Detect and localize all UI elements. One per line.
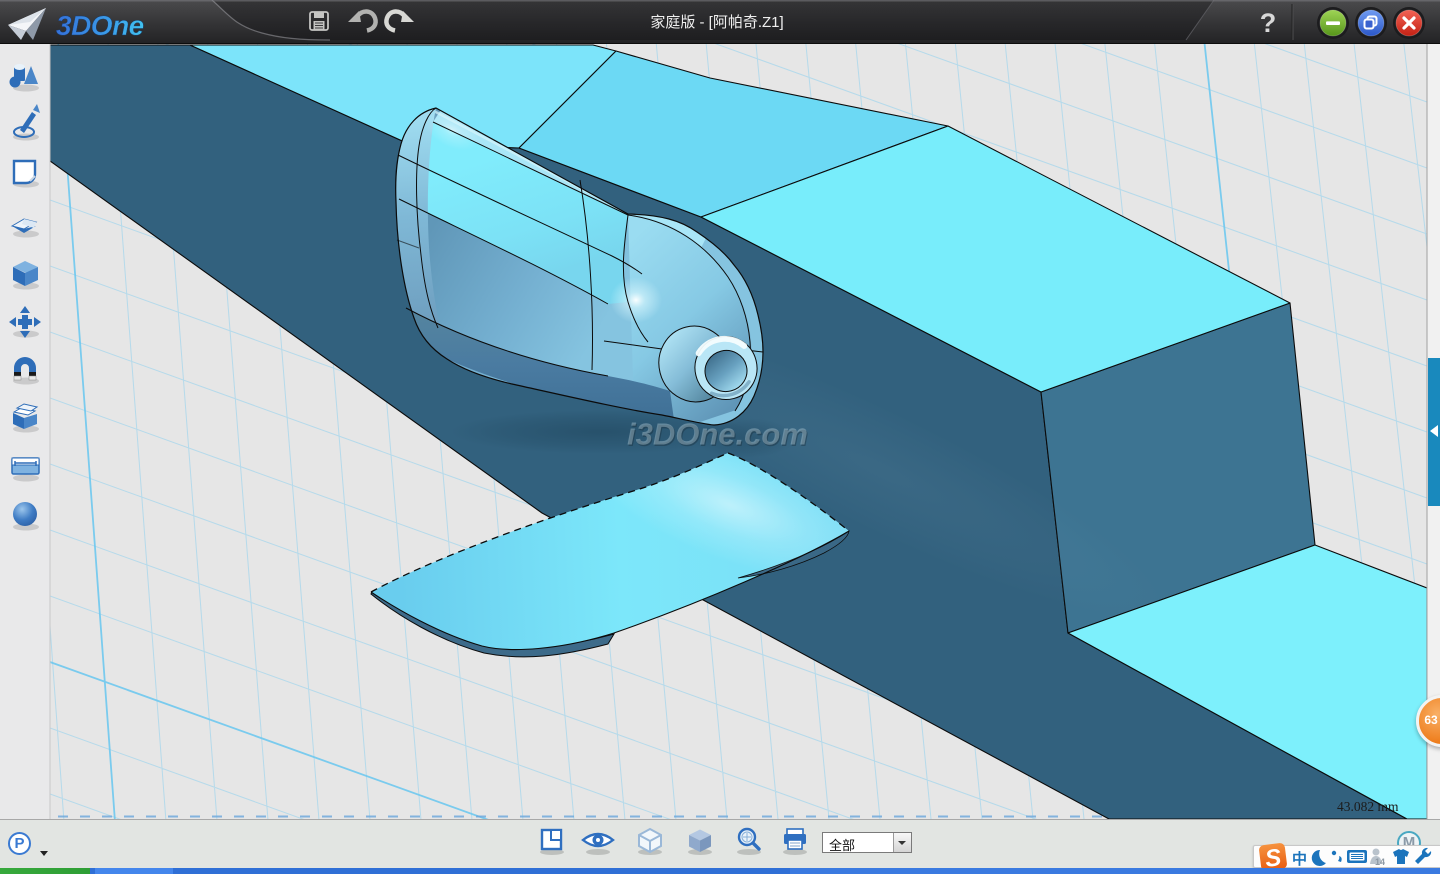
svg-text:i3DOne.com: i3DOne.com: [627, 417, 808, 452]
svg-text:家庭版 - [阿帕奇.Z1]: 家庭版 - [阿帕奇.Z1]: [650, 14, 783, 31]
svg-text:14: 14: [1375, 857, 1385, 867]
svg-text:中: 中: [1292, 850, 1307, 868]
svg-text:?: ?: [1260, 8, 1277, 38]
svg-text:43.082 mm: 43.082 mm: [1337, 799, 1399, 814]
svg-text:3DOne: 3DOne: [56, 10, 144, 41]
